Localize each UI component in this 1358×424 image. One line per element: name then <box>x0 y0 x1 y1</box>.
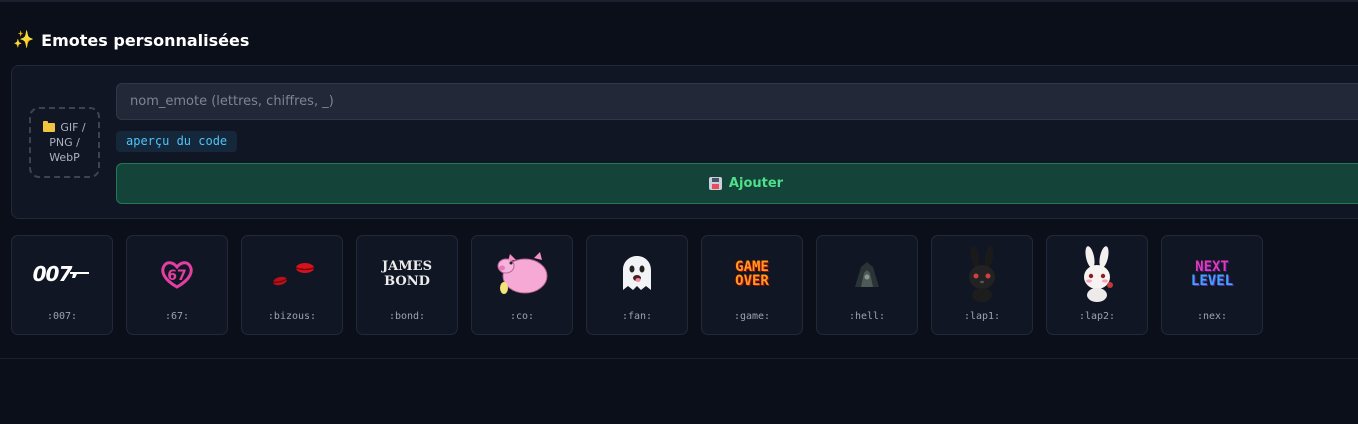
emote-card-hell[interactable]: :hell: <box>816 235 918 335</box>
emote-code: :game: <box>733 311 771 322</box>
code-preview: aperçu du code <box>116 131 238 152</box>
floppy-disk-icon <box>708 177 722 190</box>
ghost-icon <box>587 248 687 300</box>
emote-code: :bond: <box>388 311 426 322</box>
emote-art-line-1: GAME <box>735 259 769 275</box>
emote-code: :007: <box>46 311 78 322</box>
emote-code: :67: <box>164 311 190 322</box>
dropzone-text-1: GIF / <box>60 121 86 134</box>
next-level-text: NEXT LEVEL <box>1191 260 1233 288</box>
emote-code: :lap2: <box>1078 311 1116 322</box>
sparkles-icon: ✨ <box>13 30 35 50</box>
folder-icon <box>43 121 56 132</box>
game-over-icon: GAME OVER <box>702 248 802 300</box>
emote-art-text: 67 <box>167 268 186 284</box>
gun-icon <box>70 272 90 278</box>
emote-card-67[interactable]: 67 :67: <box>126 235 228 335</box>
emote-code: :hell: <box>848 311 886 322</box>
emote-code: :fan: <box>621 311 653 322</box>
hooded-figure-icon <box>817 248 917 300</box>
emote-name-input[interactable] <box>116 83 1358 120</box>
add-button-label: Ajouter <box>728 176 784 191</box>
emote-art-line-2: LEVEL <box>1190 273 1234 289</box>
emote-card-fan[interactable]: :fan: <box>586 235 688 335</box>
james-bond-text: JAMES BOND <box>382 259 432 289</box>
emote-card-co[interactable]: :co: <box>471 235 573 335</box>
black-bunny-icon <box>932 246 1032 302</box>
file-dropzone[interactable]: GIF / PNG / WebP <box>29 107 100 178</box>
dropzone-text-2: PNG / <box>49 136 80 149</box>
emote-card-007[interactable]: 007 :007: <box>11 235 113 335</box>
emote-card-nex[interactable]: NEXT LEVEL :nex: <box>1161 235 1263 335</box>
next-level-icon: NEXT LEVEL <box>1162 248 1262 300</box>
emote-code: :bizous: <box>267 311 317 322</box>
emote-card-lap1[interactable]: :lap1: <box>931 235 1033 335</box>
game-over-text: GAME OVER <box>735 260 769 288</box>
emote-code: :lap1: <box>963 311 1001 322</box>
pink-pig-icon <box>472 248 572 300</box>
white-bunny-icon <box>1047 246 1147 302</box>
pink-67-heart-icon: 67 <box>127 248 227 300</box>
kiss-lips-icon <box>242 248 342 300</box>
emote-grid: 007 :007: 67 :67::bizous: JAMES BOND:b… <box>11 235 1263 335</box>
007-logo-icon: 007 <box>12 248 112 300</box>
emote-card-lap2[interactable]: :lap2: <box>1046 235 1148 335</box>
emote-code: :nex: <box>1196 311 1228 322</box>
custom-emotes-section: ✨ Emotes personnalisées GIF / PNG / WebP… <box>0 2 1358 359</box>
emote-card-bizous[interactable]: :bizous: <box>241 235 343 335</box>
emote-code: :co: <box>509 311 535 322</box>
dropzone-text-3: WebP <box>49 151 80 164</box>
emote-art-text: 007 <box>32 262 73 286</box>
emote-art-line-2: OVER <box>735 273 769 289</box>
add-emote-button[interactable]: Ajouter <box>116 163 1358 204</box>
emote-card-game[interactable]: GAME OVER :game: <box>701 235 803 335</box>
add-emote-form: GIF / PNG / WebP aperçu du code Ajouter <box>11 65 1358 219</box>
james-bond-logo-icon: JAMES BOND <box>357 248 457 300</box>
section-title-text: Emotes personnalisées <box>41 30 250 50</box>
dropzone-line-1: GIF / <box>43 120 86 135</box>
emote-art-line-2: BOND <box>384 274 430 289</box>
emote-art-line-1: NEXT <box>1195 259 1229 275</box>
emote-art-line-1: JAMES <box>382 259 432 274</box>
section-title: ✨ Emotes personnalisées <box>13 28 249 52</box>
emote-card-bond[interactable]: JAMES BOND :bond: <box>356 235 458 335</box>
